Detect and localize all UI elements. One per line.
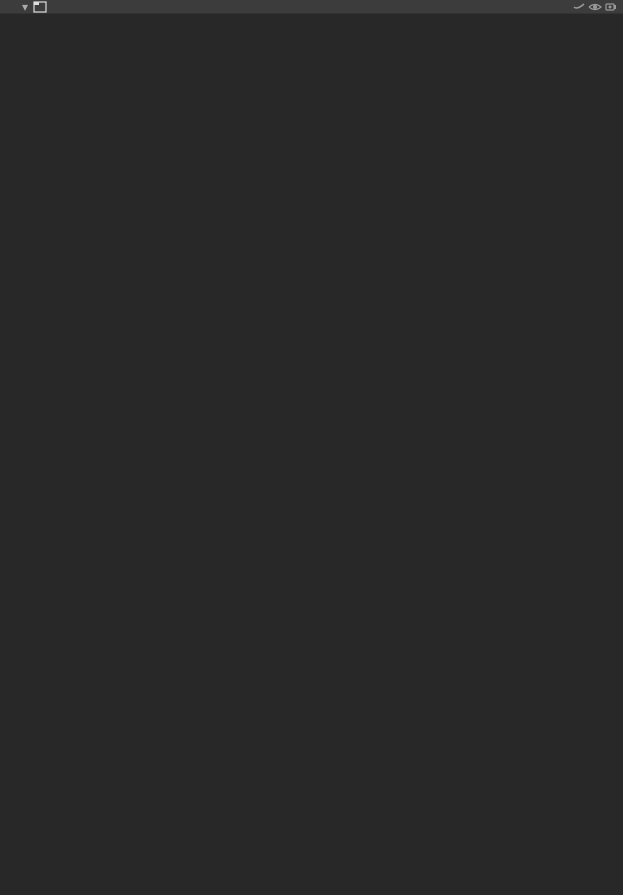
outliner-panel: ▾ — [0, 0, 623, 895]
collection-icon — [32, 0, 48, 15]
render-camera-icon[interactable] — [603, 0, 619, 15]
outliner-header: ▾ — [0, 0, 623, 14]
exclude-toggle[interactable] — [571, 0, 587, 15]
viewport-eye-icon[interactable] — [587, 0, 603, 15]
disclosure-icon[interactable]: ▾ — [18, 0, 32, 14]
